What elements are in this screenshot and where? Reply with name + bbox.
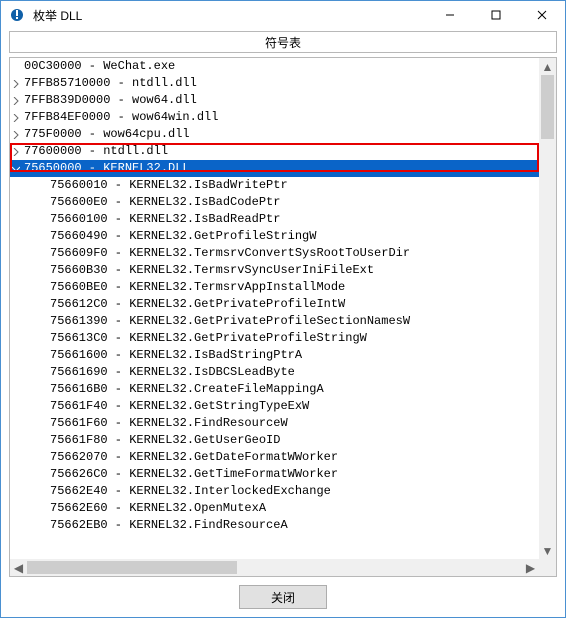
list-item-label: 75661690 - KERNEL32.IsDBCSLeadByte bbox=[22, 364, 295, 381]
scrollbar-corner bbox=[539, 559, 556, 576]
list-item-label: 77600000 - ntdll.dll bbox=[22, 143, 168, 160]
vertical-scrollbar[interactable]: ▲ ▼ bbox=[539, 58, 556, 559]
list-item-label: 75660010 - KERNEL32.IsBadWritePtr bbox=[22, 177, 288, 194]
list-item-label: 75661F60 - KERNEL32.FindResourceW bbox=[22, 415, 288, 432]
list-item-label: 75660490 - KERNEL32.GetProfileStringW bbox=[22, 228, 316, 245]
maximize-button[interactable] bbox=[473, 1, 519, 29]
vertical-scroll-thumb[interactable] bbox=[541, 75, 554, 139]
list-item-label: 7FFB84EF0000 - wow64win.dll bbox=[22, 109, 218, 126]
list-item[interactable]: 75661390 - KERNEL32.GetPrivateProfileSec… bbox=[10, 313, 539, 330]
minimize-button[interactable] bbox=[427, 1, 473, 29]
list-item-label: 75661600 - KERNEL32.IsBadStringPtrA bbox=[22, 347, 302, 364]
horizontal-scroll-track[interactable] bbox=[27, 559, 522, 576]
list-item-label: 756616B0 - KERNEL32.CreateFileMappingA bbox=[22, 381, 324, 398]
list-item[interactable]: 75662E60 - KERNEL32.OpenMutexA bbox=[10, 500, 539, 517]
list-item[interactable]: 75661F60 - KERNEL32.FindResourceW bbox=[10, 415, 539, 432]
close-window-button[interactable] bbox=[519, 1, 565, 29]
titlebar[interactable]: 枚举 DLL bbox=[1, 1, 565, 29]
list-item[interactable]: 75660490 - KERNEL32.GetProfileStringW bbox=[10, 228, 539, 245]
chevron-down-icon[interactable] bbox=[10, 165, 22, 173]
list-item-label: 75661390 - KERNEL32.GetPrivateProfileSec… bbox=[22, 313, 410, 330]
list-item[interactable]: 77600000 - ntdll.dll bbox=[10, 143, 539, 160]
symbol-list[interactable]: 00C30000 - WeChat.exe7FFB85710000 - ntdl… bbox=[9, 57, 557, 577]
list-item[interactable]: 75650000 - KERNEL32.DLL bbox=[10, 160, 539, 177]
list-item-label: 75660100 - KERNEL32.IsBadReadPtr bbox=[22, 211, 280, 228]
scroll-left-icon[interactable]: ◀ bbox=[10, 559, 27, 576]
scroll-down-icon[interactable]: ▼ bbox=[539, 542, 556, 559]
window-title: 枚举 DLL bbox=[33, 7, 82, 24]
list-item[interactable]: 75662E40 - KERNEL32.InterlockedExchange bbox=[10, 483, 539, 500]
list-item[interactable]: 756612C0 - KERNEL32.GetPrivateProfileInt… bbox=[10, 296, 539, 313]
list-item[interactable]: 75661F40 - KERNEL32.GetStringTypeExW bbox=[10, 398, 539, 415]
horizontal-scroll-thumb[interactable] bbox=[27, 561, 237, 574]
list-item[interactable]: 00C30000 - WeChat.exe bbox=[10, 58, 539, 75]
window: 枚举 DLL 符号表 00C30000 - WeChat.exe7FFB8571… bbox=[0, 0, 566, 618]
list-item[interactable]: 756609F0 - KERNEL32.TermsrvConvertSysRoo… bbox=[10, 245, 539, 262]
list-item-label: 756613C0 - KERNEL32.GetPrivateProfileStr… bbox=[22, 330, 367, 347]
list-item-label: 75660B30 - KERNEL32.TermsrvSyncUserIniFi… bbox=[22, 262, 374, 279]
list-item[interactable]: 75660B30 - KERNEL32.TermsrvSyncUserIniFi… bbox=[10, 262, 539, 279]
chevron-right-icon[interactable] bbox=[10, 80, 22, 88]
chevron-right-icon[interactable] bbox=[10, 148, 22, 156]
list-item[interactable]: 7FFB839D0000 - wow64.dll bbox=[10, 92, 539, 109]
list-item[interactable]: 75661690 - KERNEL32.IsDBCSLeadByte bbox=[10, 364, 539, 381]
list-item[interactable]: 75661F80 - KERNEL32.GetUserGeoID bbox=[10, 432, 539, 449]
list-item-label: 75662E60 - KERNEL32.OpenMutexA bbox=[22, 500, 266, 517]
list-item-label: 75661F80 - KERNEL32.GetUserGeoID bbox=[22, 432, 280, 449]
list-item[interactable]: 75660010 - KERNEL32.IsBadWritePtr bbox=[10, 177, 539, 194]
list-item-label: 00C30000 - WeChat.exe bbox=[22, 58, 175, 75]
column-header-label: 符号表 bbox=[265, 34, 301, 51]
list-item[interactable]: 75660100 - KERNEL32.IsBadReadPtr bbox=[10, 211, 539, 228]
horizontal-scrollbar[interactable]: ◀ ▶ bbox=[10, 559, 539, 576]
list-item[interactable]: 756626C0 - KERNEL32.GetTimeFormatWWorker bbox=[10, 466, 539, 483]
chevron-right-icon[interactable] bbox=[10, 114, 22, 122]
list-item-label: 756626C0 - KERNEL32.GetTimeFormatWWorker bbox=[22, 466, 338, 483]
scroll-right-icon[interactable]: ▶ bbox=[522, 559, 539, 576]
chevron-right-icon[interactable] bbox=[10, 97, 22, 105]
list-item[interactable]: 7FFB85710000 - ntdll.dll bbox=[10, 75, 539, 92]
vertical-scroll-track[interactable] bbox=[539, 75, 556, 542]
dialog-footer: 关闭 bbox=[1, 577, 565, 617]
list-item-label: 75650000 - KERNEL32.DLL bbox=[22, 160, 190, 177]
list-item-label: 75661F40 - KERNEL32.GetStringTypeExW bbox=[22, 398, 309, 415]
list-item-label: 75662E40 - KERNEL32.InterlockedExchange bbox=[22, 483, 331, 500]
list-item-label: 75662EB0 - KERNEL32.FindResourceA bbox=[22, 517, 288, 534]
list-item[interactable]: 775F0000 - wow64cpu.dll bbox=[10, 126, 539, 143]
list-item[interactable]: 75661600 - KERNEL32.IsBadStringPtrA bbox=[10, 347, 539, 364]
list-item[interactable]: 75662EB0 - KERNEL32.FindResourceA bbox=[10, 517, 539, 534]
list-item-label: 75660BE0 - KERNEL32.TermsrvAppInstallMod… bbox=[22, 279, 345, 296]
close-button[interactable]: 关闭 bbox=[239, 585, 327, 609]
column-header: 符号表 bbox=[9, 31, 557, 53]
list-item-label: 756612C0 - KERNEL32.GetPrivateProfileInt… bbox=[22, 296, 345, 313]
list-item[interactable]: 7FFB84EF0000 - wow64win.dll bbox=[10, 109, 539, 126]
list-item-label: 75662070 - KERNEL32.GetDateFormatWWorker bbox=[22, 449, 338, 466]
list-item-label: 775F0000 - wow64cpu.dll bbox=[22, 126, 190, 143]
list-item[interactable]: 75660BE0 - KERNEL32.TermsrvAppInstallMod… bbox=[10, 279, 539, 296]
list-item[interactable]: 75662070 - KERNEL32.GetDateFormatWWorker bbox=[10, 449, 539, 466]
scroll-up-icon[interactable]: ▲ bbox=[539, 58, 556, 75]
chevron-right-icon[interactable] bbox=[10, 131, 22, 139]
list-item-label: 7FFB839D0000 - wow64.dll bbox=[22, 92, 197, 109]
list-item[interactable]: 756600E0 - KERNEL32.IsBadCodePtr bbox=[10, 194, 539, 211]
list-item[interactable]: 756613C0 - KERNEL32.GetPrivateProfileStr… bbox=[10, 330, 539, 347]
list-item-label: 756600E0 - KERNEL32.IsBadCodePtr bbox=[22, 194, 280, 211]
list-item-label: 756609F0 - KERNEL32.TermsrvConvertSysRoo… bbox=[22, 245, 410, 262]
list-item-label: 7FFB85710000 - ntdll.dll bbox=[22, 75, 197, 92]
list-item[interactable]: 756616B0 - KERNEL32.CreateFileMappingA bbox=[10, 381, 539, 398]
app-icon bbox=[7, 5, 27, 25]
